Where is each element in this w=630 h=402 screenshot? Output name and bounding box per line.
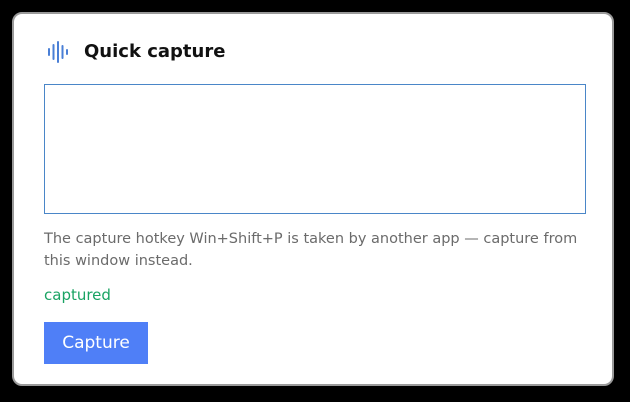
hotkey-warning-message: The capture hotkey Win+Shift+P is taken … — [44, 231, 578, 269]
capture-button[interactable]: Capture — [44, 322, 148, 364]
audio-waveform-icon — [46, 40, 70, 64]
page-title: Quick capture — [84, 41, 226, 62]
capture-text-input[interactable] — [44, 84, 586, 214]
quick-capture-window: Quick capture The capture hotkey Win+Shi… — [12, 12, 614, 386]
window-header: Quick capture — [46, 40, 225, 64]
status-text: captured — [44, 286, 111, 304]
